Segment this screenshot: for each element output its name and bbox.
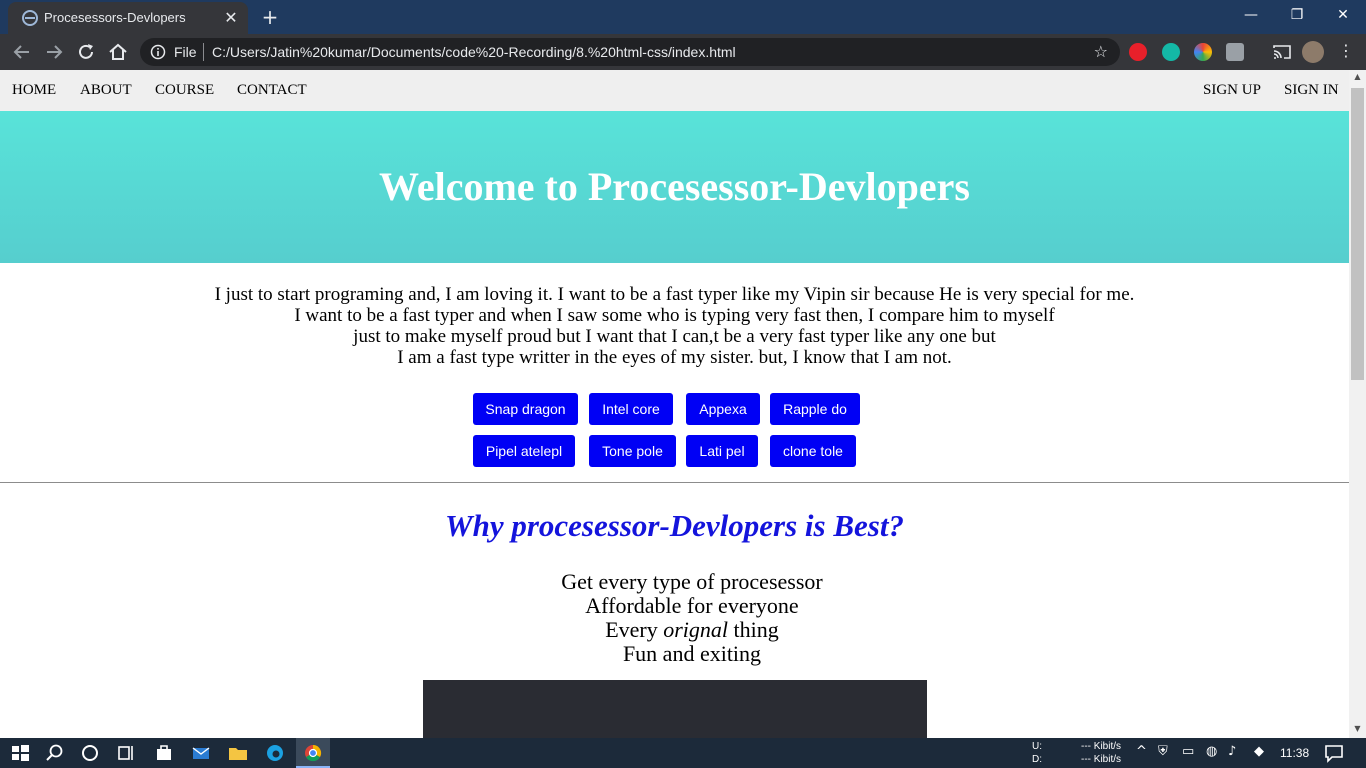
chrome-icon[interactable] xyxy=(301,741,325,765)
snap-dragon-button[interactable]: Snap dragon xyxy=(473,393,578,425)
browser-tab-strip: Procesessors-Devlopers ✕ + — ❐ ✕ xyxy=(0,0,1366,34)
net-up-label: U: xyxy=(1032,741,1042,752)
notifications-icon[interactable] xyxy=(1322,741,1346,765)
tab-title: Procesessors-Devlopers xyxy=(44,10,186,25)
browser-toolbar: File C:/Users/Jatin%20kumar/Documents/co… xyxy=(0,34,1366,70)
net-down-value: --- Kibit/s xyxy=(1081,754,1121,765)
feature-item: Fun and exiting xyxy=(622,641,762,666)
cast-icon[interactable] xyxy=(1270,40,1294,64)
scroll-thumb[interactable] xyxy=(1351,88,1364,380)
rapple-do-button[interactable]: Rapple do xyxy=(770,393,860,425)
restore-icon[interactable]: ❐ xyxy=(1274,0,1320,30)
feature-item: Affordable for everyone xyxy=(585,593,799,618)
back-icon[interactable] xyxy=(10,40,34,64)
pipel-atelepl-button[interactable]: Pipel atelepl xyxy=(473,435,575,467)
windows-start-icon[interactable] xyxy=(8,741,32,765)
feature-text: Every xyxy=(605,617,658,642)
address-scheme-label: File xyxy=(174,44,197,60)
why-heading: Why procesessor-Devlopers is Best? xyxy=(445,508,904,543)
feature-emphasis: orignal xyxy=(663,617,729,642)
site-favicon-icon xyxy=(22,10,38,26)
nav-sign-up[interactable]: SIGN UP xyxy=(1203,82,1261,99)
cortana-icon[interactable] xyxy=(78,741,102,765)
home-icon[interactable] xyxy=(106,40,130,64)
nav-home[interactable]: HOME xyxy=(12,82,56,99)
feature-text: thing xyxy=(733,617,779,642)
forward-icon[interactable] xyxy=(42,40,66,64)
features-list: Get every type of procesessor Affordable… xyxy=(426,570,958,666)
search-icon[interactable] xyxy=(43,741,67,765)
tone-pole-button[interactable]: Tone pole xyxy=(589,435,676,467)
clock[interactable]: 11:38 xyxy=(1280,746,1309,760)
lati-pel-button[interactable]: Lati pel xyxy=(686,435,758,467)
minimize-icon[interactable]: — xyxy=(1228,0,1274,30)
scroll-down-arrow-icon[interactable]: ▼ xyxy=(1349,724,1366,736)
mail-icon[interactable] xyxy=(189,741,213,765)
windows-taskbar: U: D: --- Kibit/s --- Kibit/s ^ ⛨ ▭ ◍ ♪ … xyxy=(0,738,1366,768)
volume-icon[interactable]: ♪ xyxy=(1228,744,1236,759)
address-url[interactable]: C:/Users/Jatin%20kumar/Documents/code%20… xyxy=(212,44,736,60)
profile-avatar[interactable] xyxy=(1302,41,1324,63)
intro-line: I am a fast type writter in the eyes of … xyxy=(397,347,952,368)
task-view-icon[interactable] xyxy=(114,741,138,765)
nav-contact[interactable]: CONTACT xyxy=(237,82,307,99)
intro-line: I just to start programing and, I am lov… xyxy=(214,284,1135,305)
browser-menu-icon[interactable]: ⋮ xyxy=(1338,41,1354,60)
page-viewport: HOME ABOUT COURSE CONTACT SIGN UP SIGN I… xyxy=(0,70,1349,738)
scroll-up-arrow-icon[interactable]: ▲ xyxy=(1349,72,1366,84)
feature-item: Get every type of procesessor xyxy=(561,569,823,594)
defender-icon[interactable]: ⛨ xyxy=(1158,744,1168,759)
dark-content-box xyxy=(423,680,927,738)
feature-item: Every orignal thing xyxy=(426,618,958,642)
file-explorer-icon[interactable] xyxy=(226,741,250,765)
site-navbar: HOME ABOUT COURSE CONTACT SIGN UP SIGN I… xyxy=(0,70,1349,111)
tray-expand-icon[interactable]: ^ xyxy=(1136,744,1147,759)
extension-color-icon[interactable] xyxy=(1194,43,1212,61)
section-divider xyxy=(0,482,1349,483)
address-bar[interactable]: File C:/Users/Jatin%20kumar/Documents/co… xyxy=(140,38,1120,66)
store-icon[interactable] xyxy=(152,741,176,765)
net-up-value: --- Kibit/s xyxy=(1081,741,1121,752)
extension-adblock-icon[interactable] xyxy=(1129,43,1147,61)
reload-icon[interactable] xyxy=(74,40,98,64)
browser-tab[interactable]: Procesessors-Devlopers ✕ xyxy=(8,2,248,34)
nav-course[interactable]: COURSE xyxy=(155,82,214,99)
battery-icon[interactable]: ▭ xyxy=(1182,744,1194,759)
extension-shield-icon[interactable] xyxy=(1226,43,1244,61)
new-tab-icon[interactable]: + xyxy=(258,5,282,29)
net-down-label: D: xyxy=(1032,754,1042,765)
hero-banner: Welcome to Procesessor-Devlopers xyxy=(0,111,1349,263)
address-divider xyxy=(203,43,204,61)
nav-sign-in[interactable]: SIGN IN xyxy=(1284,82,1339,99)
extension-m-icon[interactable] xyxy=(1162,43,1180,61)
page-scrollbar[interactable]: ▲ ▼ xyxy=(1349,70,1366,738)
hero-title: Welcome to Procesessor-Devlopers xyxy=(379,164,970,209)
bookmark-star-icon[interactable]: ☆ xyxy=(1094,42,1108,61)
edge-icon[interactable] xyxy=(263,741,287,765)
clone-tole-button[interactable]: clone tole xyxy=(770,435,856,467)
dropbox-icon[interactable]: ◆ xyxy=(1254,744,1264,759)
intel-core-button[interactable]: Intel core xyxy=(589,393,673,425)
tab-close-icon[interactable]: ✕ xyxy=(222,9,240,27)
window-close-icon[interactable]: ✕ xyxy=(1320,0,1366,30)
intro-line: I want to be a fast typer and when I saw… xyxy=(294,305,1055,326)
network-globe-icon[interactable]: ◍ xyxy=(1206,744,1217,759)
intro-paragraph: I just to start programing and, I am lov… xyxy=(0,284,1349,368)
appexa-button[interactable]: Appexa xyxy=(686,393,760,425)
nav-about[interactable]: ABOUT xyxy=(80,82,132,99)
site-info-icon[interactable] xyxy=(150,44,166,60)
intro-line: just to make myself proud but I want tha… xyxy=(353,326,996,347)
